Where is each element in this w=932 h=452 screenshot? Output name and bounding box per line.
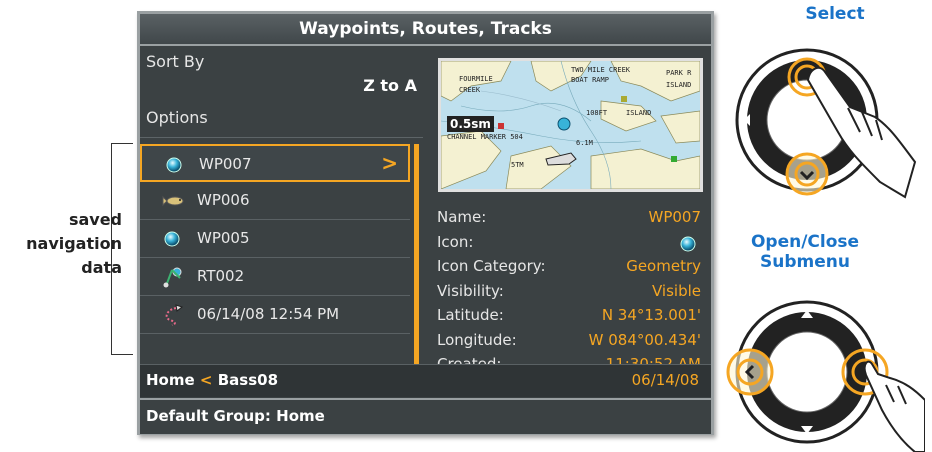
detail-value: Geometry [626, 257, 701, 275]
waypoint-dot-icon [680, 236, 696, 251]
detail-key: Icon Category: [437, 257, 546, 275]
open-close-line: Open/Close [750, 232, 860, 252]
divider [140, 137, 423, 138]
list-item-wp006[interactable]: WP006 [140, 182, 410, 220]
callout-text: saved navigation data [14, 208, 122, 280]
waypoint-details: Name: WP007 Icon: Icon Category: Geometr… [437, 208, 707, 380]
callout-line: saved [68, 210, 122, 229]
map-label: 6.1M [576, 139, 593, 147]
detail-key: Longitude: [437, 330, 517, 349]
scrollbar[interactable] [414, 144, 419, 366]
default-group-label: Default Group: Home [146, 407, 325, 425]
list-item-rt002[interactable]: RT002 [140, 258, 410, 296]
select-instruction-title: Select [805, 4, 865, 24]
detail-key: Latitude: [437, 306, 504, 324]
map-label: ISLAND [666, 81, 692, 89]
route-flag-icon [163, 267, 182, 288]
detail-key: Visibility: [437, 281, 504, 300]
detail-row-icon: Icon: [437, 233, 707, 258]
detail-key: Name: [437, 208, 487, 226]
waypoint-dot-icon [166, 157, 182, 173]
device-screen: Waypoints, Routes, Tracks Sort By Z to A… [137, 11, 714, 435]
sort-by-label[interactable]: Sort By [146, 52, 204, 71]
list-item-label: 06/14/08 12:54 PM [197, 305, 340, 323]
options-menu-item[interactable]: Options [146, 108, 208, 127]
list-item-label: RT002 [197, 267, 245, 285]
open-close-line: Submenu [760, 252, 850, 272]
breadcrumb: Home < Bass08 [146, 371, 278, 389]
chart-map[interactable]: 0.5sm FOURMILE CREEK TWO MILE CREEK BOAT… [438, 58, 703, 192]
sort-by-value[interactable]: Z to A [363, 76, 417, 95]
map-label: CREEK [459, 86, 481, 94]
detail-row-longitude: Longitude: W 084°00.434' [437, 331, 707, 356]
left-panel: Sort By Z to A Options WP007 > WP006 WP0… [140, 46, 423, 366]
created-date-value: 06/14/08 [631, 371, 699, 389]
map-label: BOAT RAMP [571, 76, 609, 84]
callout-line: data [81, 258, 122, 277]
list-item-label: WP006 [197, 191, 250, 209]
list-item-track[interactable]: 06/14/08 12:54 PM [140, 296, 410, 334]
chevron-left-icon: < [199, 371, 213, 389]
waypoint-dot-icon [164, 231, 180, 247]
dial-select-illustration [735, 48, 917, 199]
callout-line: navigation [26, 234, 122, 253]
right-panel: 0.5sm FOURMILE CREEK TWO MILE CREEK BOAT… [423, 46, 711, 396]
map-label: PARK R [666, 69, 692, 77]
chevron-right-icon: > [381, 151, 398, 175]
list-item-label: WP005 [197, 229, 250, 247]
list-item-wp005[interactable]: WP005 [140, 220, 410, 258]
detail-value: W 084°00.434' [588, 330, 701, 349]
map-label: TWO MILE CREEK [571, 66, 631, 74]
map-scale: 0.5sm [447, 116, 494, 132]
open-close-instruction-title: Open/Close Submenu [730, 232, 880, 272]
detail-row-name: Name: WP007 [437, 208, 707, 233]
breadcrumb-home[interactable]: Home [146, 371, 195, 389]
detail-value: WP007 [648, 208, 701, 226]
list-item-wp007[interactable]: WP007 > [140, 144, 410, 182]
detail-row-visibility: Visibility: Visible [437, 282, 707, 307]
detail-key: Icon: [437, 232, 474, 251]
detail-row-latitude: Latitude: N 34°13.001' [437, 306, 707, 331]
breadcrumb-current: Bass08 [217, 371, 279, 389]
map-label: FOURMILE [459, 75, 493, 83]
list-item-label: WP007 [199, 155, 252, 173]
detail-row-icon-category: Icon Category: Geometry [437, 257, 707, 282]
map-label: 5TM [511, 161, 524, 169]
group-bar: Default Group: Home [140, 398, 711, 434]
saved-items-list: WP007 > WP006 WP005 RT002 06/14/08 12:54… [140, 144, 410, 334]
detail-value: N 34°13.001' [601, 306, 701, 324]
detail-value: Visible [652, 281, 701, 300]
fish-icon [162, 195, 184, 207]
map-label: ISLAND [626, 109, 652, 117]
breadcrumb-bar: Home < Bass08 06/14/08 [140, 364, 711, 397]
track-icon [165, 304, 184, 326]
map-label: CHANNEL MARKER 504 [447, 133, 523, 141]
screen-title: Waypoints, Routes, Tracks [140, 14, 711, 46]
dial-open-close-illustration [726, 300, 925, 452]
map-label: 108FT [586, 109, 608, 117]
